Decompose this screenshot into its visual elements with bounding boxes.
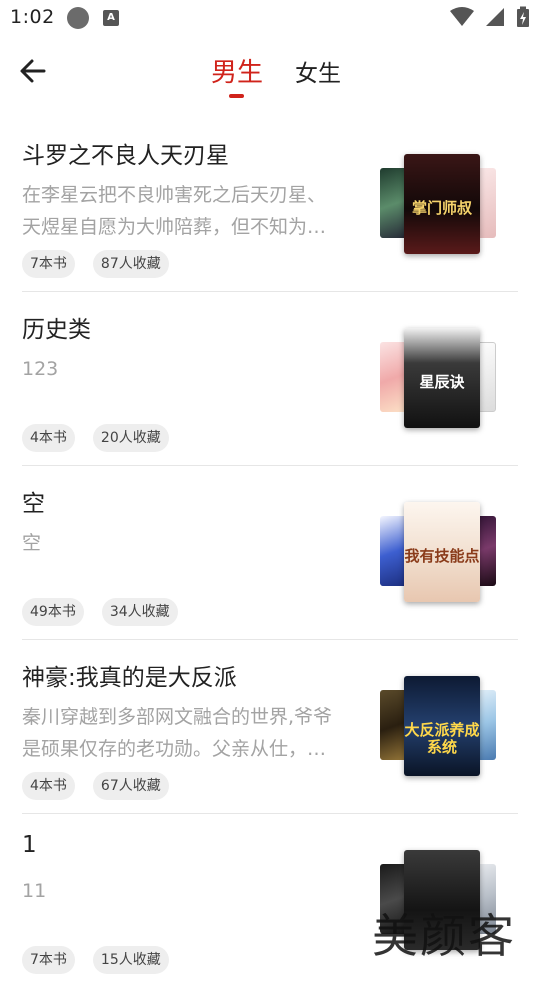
book-cover: 大反派养成系统 xyxy=(404,676,480,776)
book-count-badge: 7本书 xyxy=(22,946,75,974)
cover-stack: 我有技能点 xyxy=(368,498,518,606)
booklist-title: 历史类 xyxy=(22,317,91,343)
booklist-badges: 4本书 20人收藏 xyxy=(22,424,187,452)
booklist-badges: 7本书 87人收藏 xyxy=(22,250,187,278)
cover-stack: 掌门师叔 xyxy=(368,150,518,258)
collect-count-badge: 87人收藏 xyxy=(92,250,169,278)
wifi-icon xyxy=(449,7,474,26)
status-bar: 1:02 A xyxy=(0,0,540,36)
status-time: 1:02 xyxy=(10,6,55,28)
top-bar: 男生 女生 xyxy=(0,36,540,108)
booklist-description: 在李星云把不良帅害死之后天刃星、天煜星自愿为大帅陪葬，但不知为… xyxy=(22,184,327,238)
battery-charging-icon xyxy=(517,6,529,27)
booklist-title: 1 xyxy=(22,832,37,858)
cover-title: 我有技能点 xyxy=(404,547,480,565)
collect-count-badge: 34人收藏 xyxy=(101,598,178,626)
booklist-description: 11 xyxy=(22,880,47,902)
tab-female[interactable]: 女生 xyxy=(295,54,341,88)
cover-title: 星辰诀 xyxy=(419,373,465,391)
booklist-item[interactable]: 神豪:我真的是大反派 秦川穿越到多部网文融合的世界,爷爷是硕果仅存的老功勋。父亲… xyxy=(22,640,518,814)
tab-male[interactable]: 男生 xyxy=(211,52,263,89)
status-icons xyxy=(444,6,530,30)
booklist-title: 斗罗之不良人天刃星 xyxy=(22,143,229,169)
book-count-badge: 49本书 xyxy=(22,598,84,626)
booklist-item[interactable]: 斗罗之不良人天刃星 在李星云把不良帅害死之后天刃星、天煜星自愿为大帅陪葬，但不知… xyxy=(22,118,518,292)
collect-count-badge: 67人收藏 xyxy=(92,772,169,800)
booklist-badges: 49本书 34人收藏 xyxy=(22,598,196,626)
book-count-badge: 4本书 xyxy=(22,772,75,800)
gender-tabs: 男生 女生 xyxy=(0,36,540,108)
book-cover: 星辰诀 xyxy=(404,328,480,428)
booklist-list: 斗罗之不良人天刃星 在李星云把不良帅害死之后天刃星、天煜星自愿为大帅陪葬，但不知… xyxy=(0,118,540,988)
collect-count-badge: 20人收藏 xyxy=(92,424,169,452)
booklist-badges: 4本书 67人收藏 xyxy=(22,772,187,800)
book-cover: 掌门师叔 xyxy=(404,154,480,254)
booklist-title: 空 xyxy=(22,491,45,517)
booklist-description: 空 xyxy=(22,532,42,554)
booklist-title: 神豪:我真的是大反派 xyxy=(22,665,237,691)
notification-dot-icon xyxy=(67,7,89,29)
book-count-badge: 4本书 xyxy=(22,424,75,452)
signal-icon xyxy=(485,8,504,26)
cover-title: 掌门师叔 xyxy=(411,199,472,217)
cover-title: 大反派养成系统 xyxy=(404,721,480,756)
book-cover: 我有技能点 xyxy=(404,502,480,602)
booklist-description: 秦川穿越到多部网文融合的世界,爷爷是硕果仅存的老功勋。父亲从仕，… xyxy=(22,706,333,760)
booklist-item[interactable]: 历史类 123 4本书 20人收藏 星辰诀 xyxy=(22,292,518,466)
collect-count-badge: 15人收藏 xyxy=(92,946,169,974)
booklist-description: 123 xyxy=(22,358,59,380)
cover-stack: 大反派养成系统 xyxy=(368,672,518,780)
cover-stack: 星辰诀 xyxy=(368,324,518,432)
active-tab-indicator xyxy=(229,94,244,98)
accessibility-a-icon: A xyxy=(103,10,119,26)
booklist-badges: 7本书 15人收藏 xyxy=(22,946,187,974)
watermark: 美颜客 xyxy=(372,909,516,963)
booklist-item[interactable]: 空 空 49本书 34人收藏 我有技能点 xyxy=(22,466,518,640)
book-count-badge: 7本书 xyxy=(22,250,75,278)
